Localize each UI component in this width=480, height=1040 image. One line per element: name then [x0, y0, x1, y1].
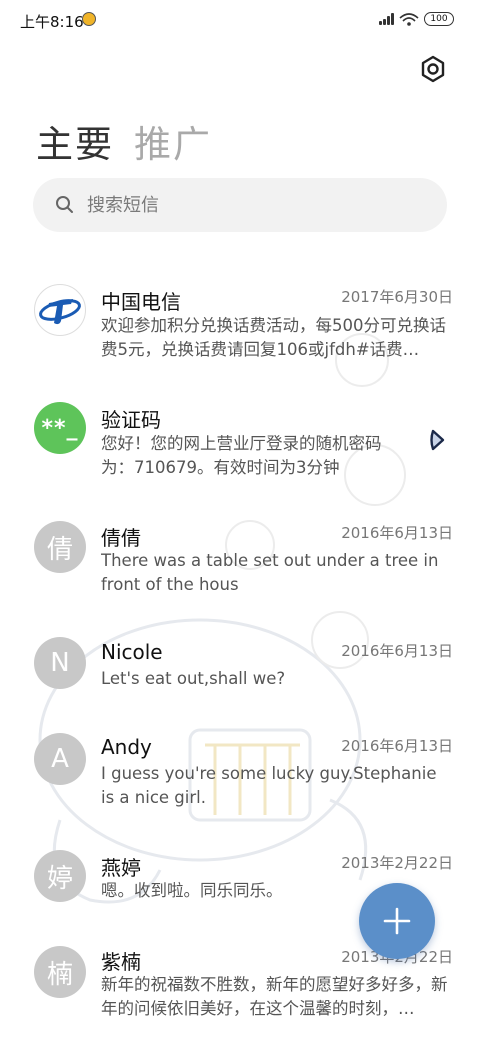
avatar: **_ [34, 402, 86, 454]
message-date: 2016年6月13日 [341, 737, 453, 755]
contact-name: 验证码 [101, 408, 161, 432]
tab-bar: 主要 推广 [36, 114, 212, 168]
avatar: A [34, 733, 86, 785]
contact-name: 紫楠 [101, 950, 141, 974]
avatar: 倩 [34, 521, 86, 573]
message-date: 2016年6月13日 [341, 524, 453, 542]
status-bar: 上午8:16 100 [0, 0, 480, 40]
contact-name: Andy [101, 735, 152, 759]
contact-name: Nicole [101, 640, 163, 664]
conversation-item[interactable]: 楠 紫楠 2013年2月22日 新年的祝福数不胜数，新年的愿望好多好多，新年的问… [0, 944, 480, 1034]
plus-icon [383, 907, 411, 935]
conversation-item[interactable]: 中国电信 2017年6月30日 欢迎参加积分兑换话费活动，每500分可兑换话费5… [0, 280, 480, 380]
avatar: N [34, 637, 86, 689]
search-icon [56, 196, 73, 213]
avatar [34, 284, 86, 336]
settings-icon[interactable] [418, 54, 448, 84]
message-preview: 您好！您的网上营业厅登录的随机密码为：710679。有效时间为3分钟 [101, 434, 382, 477]
message-date: 2016年6月13日 [341, 642, 453, 660]
avatar: 楠 [34, 946, 86, 998]
tab-primary[interactable]: 主要 [36, 114, 114, 168]
message-preview: Let's eat out,shall we? [101, 669, 286, 688]
message-preview: I guess you're some lucky guy.Stephanie … [101, 764, 437, 807]
contact-name: 中国电信 [101, 290, 181, 314]
message-preview: 欢迎参加积分兑换话费活动，每500分可兑换话费5元，兑换话费请回复106或jfd… [101, 316, 446, 359]
tab-promo[interactable]: 推广 [134, 114, 212, 168]
china-telecom-logo-icon [39, 299, 81, 325]
conversation-item[interactable]: N Nicole 2016年6月13日 Let's eat out,shall … [0, 636, 480, 706]
message-preview: There was a table set out under a tree i… [101, 551, 439, 594]
contact-name: 倩倩 [101, 526, 141, 550]
conversation-item[interactable]: 倩 倩倩 2016年6月13日 There was a table set ou… [0, 518, 480, 608]
search-bar[interactable] [33, 178, 447, 232]
message-date: 2017年6月30日 [341, 288, 453, 306]
message-date: 2013年2月22日 [341, 854, 453, 872]
new-message-button[interactable] [359, 883, 435, 959]
side-handle-icon[interactable] [428, 427, 448, 453]
conversation-item[interactable]: A Andy 2016年6月13日 I guess you're some lu… [0, 731, 480, 821]
battery-icon: 100 [424, 12, 454, 26]
status-icons: 100 [379, 12, 454, 26]
signal-icon [379, 13, 394, 25]
conversation-item[interactable]: **_ 验证码 您好！您的网上营业厅登录的随机密码为：710679。有效时间为3… [0, 400, 480, 490]
wifi-icon [399, 13, 419, 26]
notification-icon [82, 12, 96, 26]
message-preview: 新年的祝福数不胜数，新年的愿望好多好多，新年的问候依旧美好，在这个温馨的时刻，… [101, 975, 448, 1018]
contact-name: 燕婷 [101, 856, 141, 880]
search-input[interactable] [85, 193, 409, 217]
avatar: 婷 [34, 850, 86, 902]
status-time: 上午8:16 [20, 13, 84, 31]
